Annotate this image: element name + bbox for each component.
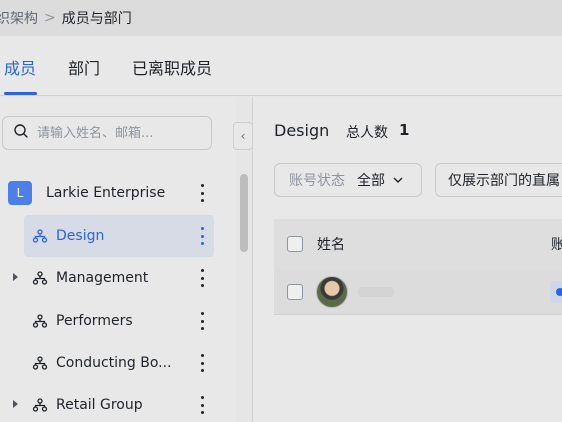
tree-node-label: Performers — [56, 313, 133, 329]
tree-scrollbar[interactable] — [240, 174, 248, 252]
avatar — [316, 275, 348, 308]
members-table-header: 姓名 账 — [274, 219, 562, 269]
more-icon[interactable] — [200, 184, 204, 202]
row-checkbox[interactable] — [287, 283, 303, 300]
member-name-redacted — [358, 286, 394, 297]
column-header-name: 姓名 — [317, 237, 345, 253]
enterprise-badge: L — [8, 181, 32, 205]
column-header-account: 账 — [551, 237, 562, 253]
collapse-panel-button[interactable]: ‹ — [233, 122, 253, 150]
org-chart-icon — [32, 313, 48, 329]
more-icon[interactable] — [200, 312, 204, 330]
department-tree-panel: L Larkie Enterprise Design Management — [0, 97, 236, 422]
chevron-left-icon: ‹ — [240, 129, 246, 143]
tab-bar: 成员 部门 已离职成员 — [0, 36, 562, 96]
tree-node-label: Retail Group — [56, 397, 143, 413]
filter-value: 全部 — [357, 173, 385, 189]
search-input[interactable] — [37, 125, 207, 141]
tree-node-label: Conducting Bo... — [56, 355, 172, 371]
tree-node-retail-group[interactable]: Retail Group — [0, 384, 214, 422]
tree-node-enterprise[interactable]: L Larkie Enterprise — [0, 172, 214, 214]
more-icon[interactable] — [200, 269, 204, 287]
select-all-checkbox[interactable] — [287, 236, 303, 252]
org-chart-icon — [32, 270, 48, 286]
breadcrumb: 织架构 > 成员与部门 — [0, 0, 562, 36]
tree-node-performers[interactable]: Performers — [0, 300, 214, 342]
expand-caret-icon[interactable] — [13, 273, 18, 281]
breadcrumb-parent[interactable]: 织架构 — [0, 8, 38, 28]
org-chart-icon — [32, 228, 48, 244]
more-icon[interactable] — [200, 396, 204, 414]
department-detail-panel: Design 总人数 1 账号状态 全部 仅展示部门的直属 姓名 账 — [253, 97, 562, 422]
total-members-count: 1 — [399, 121, 410, 139]
breadcrumb-separator: > — [44, 10, 56, 26]
tree-node-label: Design — [56, 228, 105, 244]
department-title: Design — [274, 121, 330, 140]
tab-members[interactable]: 成员 — [4, 55, 36, 79]
tree-node-design[interactable]: Design — [24, 215, 214, 257]
tree-node-management[interactable]: Management — [0, 257, 214, 299]
org-chart-icon — [32, 355, 48, 371]
total-members-label: 总人数 — [346, 125, 388, 141]
org-chart-icon — [32, 397, 48, 413]
tab-departments[interactable]: 部门 — [68, 55, 100, 79]
more-icon[interactable] — [200, 354, 204, 372]
search-icon — [13, 123, 29, 143]
account-status-filter[interactable]: 账号状态 全部 — [274, 163, 422, 197]
tree-node-label: Larkie Enterprise — [46, 185, 166, 201]
direct-members-label: 仅展示部门的直属 — [448, 173, 560, 189]
tree-node-conducting-board[interactable]: Conducting Bo... — [0, 342, 214, 384]
chevron-down-icon — [393, 175, 403, 186]
breadcrumb-current: 成员与部门 — [61, 11, 132, 27]
more-icon[interactable] — [200, 227, 204, 245]
tab-departed-members[interactable]: 已离职成员 — [132, 55, 212, 79]
tree-node-label: Management — [56, 270, 149, 286]
filter-label: 账号状态 — [289, 173, 345, 189]
table-row[interactable] — [274, 269, 562, 315]
direct-members-only-toggle[interactable]: 仅展示部门的直属 — [435, 163, 562, 197]
search-box[interactable] — [2, 116, 212, 150]
active-tab-indicator — [4, 92, 37, 95]
expand-caret-icon[interactable] — [13, 400, 18, 408]
account-status-badge — [550, 281, 562, 303]
